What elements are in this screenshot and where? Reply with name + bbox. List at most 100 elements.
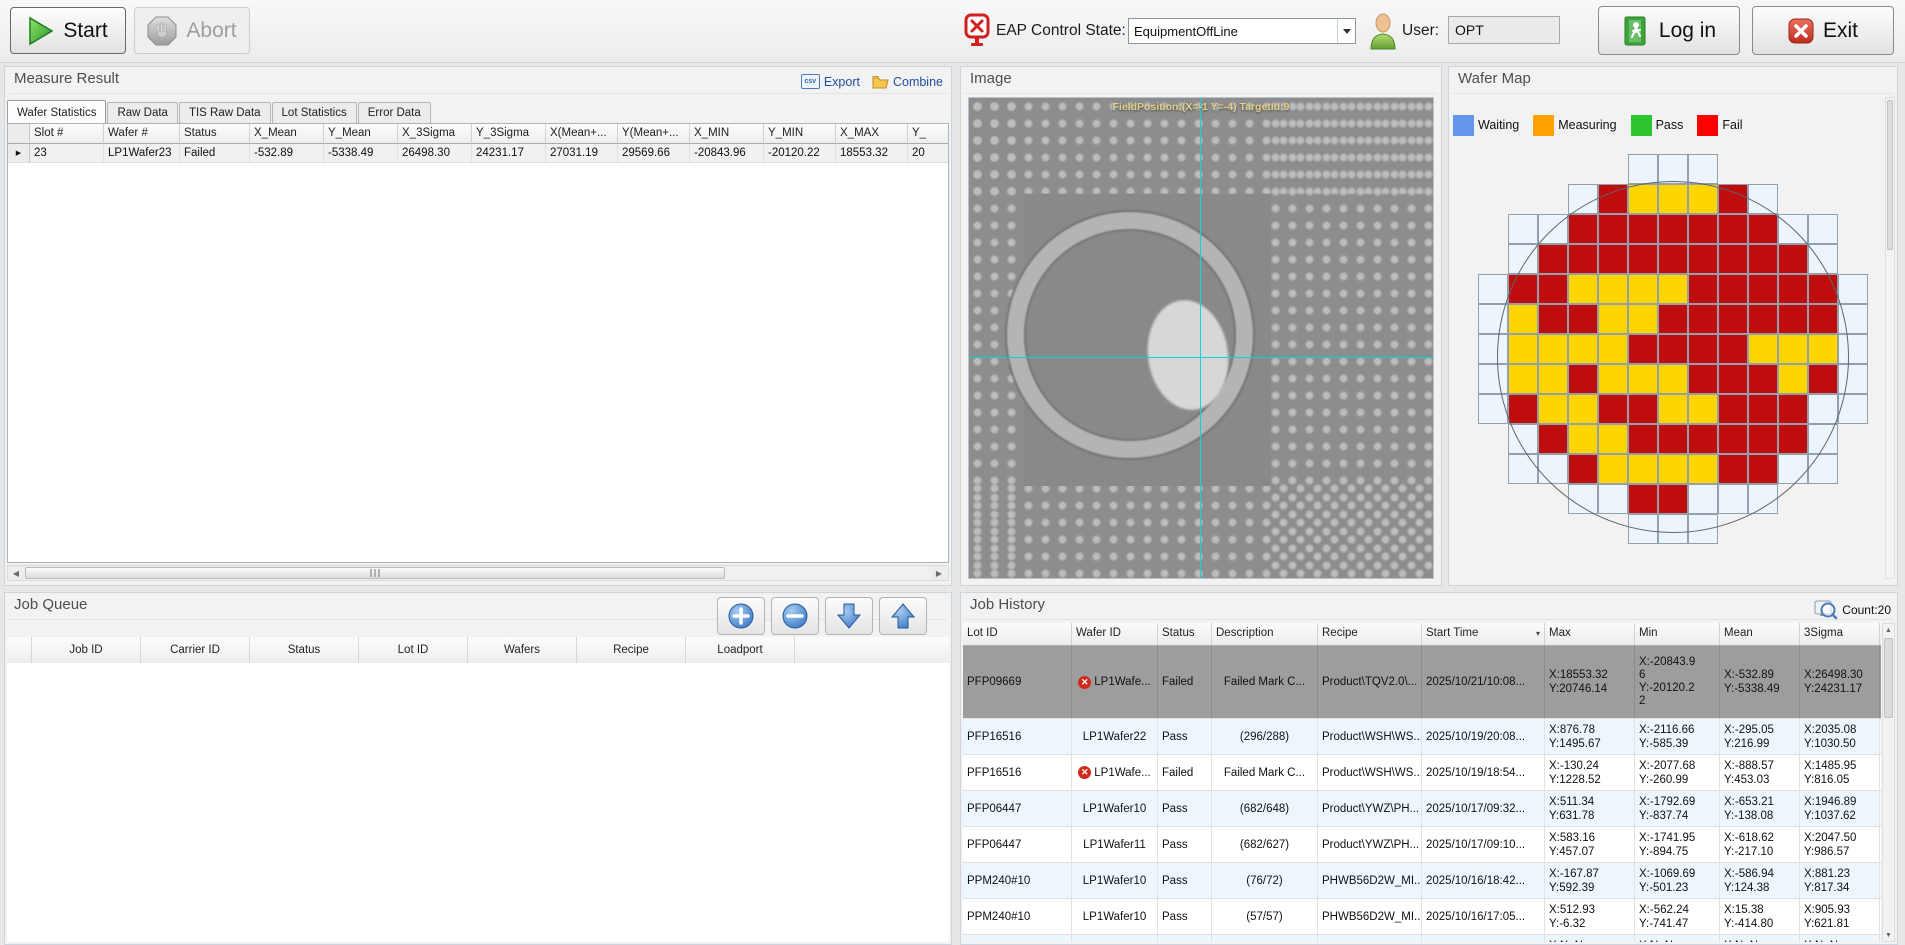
login-button[interactable]: Log in	[1598, 6, 1740, 55]
wafer-die-cell	[1598, 484, 1628, 514]
table-row[interactable]: PFP09669✕LP1Wafe...FailedFailed Mark C..…	[963, 646, 1881, 719]
column-header[interactable]: X_3Sigma	[398, 124, 472, 144]
column-header[interactable]: Y(Mean+...	[618, 124, 690, 144]
column-header[interactable]: Slot #	[30, 124, 104, 144]
wafer-die-cell	[1688, 214, 1718, 244]
plus-icon	[727, 602, 755, 630]
sigma-cell: X:905.93Y:621.81	[1800, 899, 1880, 934]
tab-error-data[interactable]: Error Data	[358, 102, 431, 123]
column-header[interactable]: Mean	[1720, 623, 1800, 645]
abort-button[interactable]: Abort	[134, 7, 250, 54]
column-header[interactable]: Wafer ID	[1072, 623, 1158, 645]
status-cell: Abort	[1158, 935, 1212, 942]
column-header[interactable]: Status	[180, 124, 250, 144]
divider	[965, 619, 1893, 620]
table-row[interactable]: PFP06447LP1Wafer10Pass(682/648)Product\Y…	[963, 791, 1881, 827]
export-button[interactable]: csv Export	[801, 74, 860, 89]
move-down-button[interactable]	[825, 597, 873, 635]
scrollbar-thumb[interactable]	[25, 567, 725, 579]
column-header[interactable]: Lot ID	[359, 637, 468, 663]
horizontal-scrollbar[interactable]: ◀ ▶	[7, 565, 949, 581]
lot-id-cell: PPM240#10	[963, 899, 1072, 934]
table-row[interactable]: PPM240#10LP1Wafer10Pass(57/57)PHWB56D2W_…	[963, 899, 1881, 935]
column-header[interactable]: Status	[1158, 623, 1212, 645]
column-header[interactable]: X_Mean	[250, 124, 324, 144]
user-input[interactable]	[1448, 16, 1560, 44]
status-cell: Pass	[1158, 827, 1212, 862]
column-header[interactable]: Y_MIN	[764, 124, 836, 144]
user-label: User:	[1402, 0, 1439, 62]
tab-wafer-statistics[interactable]: Wafer Statistics	[7, 100, 106, 123]
scrollbar-thumb[interactable]	[1884, 638, 1893, 718]
scroll-left-icon[interactable]: ◀	[8, 566, 24, 580]
wafer-die-cell	[1748, 394, 1778, 424]
wafer-die-cell	[1508, 274, 1538, 304]
wafer-die-cell	[1688, 274, 1718, 304]
mean-cell: X:-888.57Y:453.03	[1720, 755, 1800, 790]
move-up-button[interactable]	[879, 597, 927, 635]
scrollbar-thumb[interactable]	[1887, 100, 1893, 250]
exit-x-icon	[1788, 18, 1814, 44]
column-header[interactable]: 3Sigma	[1800, 623, 1880, 645]
eap-state-select[interactable]: EquipmentOffLine	[1128, 18, 1356, 44]
column-header[interactable]: Y_Mean	[324, 124, 398, 144]
wafer-die-cell	[1778, 394, 1808, 424]
column-header[interactable]: Status	[250, 637, 359, 663]
column-header[interactable]: Carrier ID	[141, 637, 250, 663]
cell: 23	[30, 144, 104, 163]
column-header[interactable]: X(Mean+...	[546, 124, 618, 144]
tab-lot-statistics[interactable]: Lot Statistics	[272, 102, 357, 123]
user-icon	[1368, 11, 1398, 56]
wafer-die-cell	[1538, 244, 1568, 274]
exit-label: Exit	[1823, 19, 1858, 43]
column-header[interactable]: Max	[1545, 623, 1635, 645]
column-header[interactable]: Y_3Sigma	[472, 124, 546, 144]
wafer-die-cell	[1838, 364, 1868, 394]
column-header[interactable]: Y_	[908, 124, 949, 144]
legend-swatch	[1697, 115, 1718, 136]
wafer-die-cell	[1568, 454, 1598, 484]
wafer-die-cell	[1538, 454, 1568, 484]
column-header[interactable]: Lot ID	[963, 623, 1072, 645]
column-header[interactable]: Recipe	[1318, 623, 1422, 645]
column-header[interactable]: Wafer #	[104, 124, 180, 144]
column-header[interactable]: Wafers	[468, 637, 577, 663]
table-row[interactable]: PFP06447LP1Wafer11Pass(682/627)Product\Y…	[963, 827, 1881, 863]
column-header[interactable]: X_MIN	[690, 124, 764, 144]
remove-job-button[interactable]	[771, 597, 819, 635]
table-row[interactable]: PFP16516✕LP1Wafe...FailedFailed Mark C..…	[963, 755, 1881, 791]
column-header[interactable]: Job ID	[32, 637, 141, 663]
tab-tis-raw-data[interactable]: TIS Raw Data	[179, 102, 271, 123]
column-header[interactable]: X_MAX	[836, 124, 908, 144]
recipe-cell: Product\YWZ\PH...	[1318, 827, 1422, 862]
eap-state-value: EquipmentOffLine	[1129, 24, 1337, 39]
table-row[interactable]: PFP16516LP1Wafer22Pass(296/288)Product\W…	[963, 719, 1881, 755]
column-header[interactable]: Start Time▾	[1422, 623, 1545, 645]
recipe-cell: PHWB56D2W_MI...	[1318, 899, 1422, 934]
vertical-scrollbar[interactable]: ▲ ▼	[1882, 623, 1895, 942]
wafer-die-cell	[1748, 184, 1778, 214]
tab-raw-data[interactable]: Raw Data	[107, 102, 178, 123]
combine-button[interactable]: Combine	[872, 75, 943, 89]
table-row[interactable]: ▶23LP1Wafer23Failed-532.89-5338.4926498.…	[8, 144, 948, 163]
table-row[interactable]: PPM240#10LP1Wafer10Pass(76/72)PHWB56D2W_…	[963, 863, 1881, 899]
scroll-right-icon[interactable]: ▶	[931, 566, 947, 580]
column-header[interactable]: Description	[1212, 623, 1318, 645]
wafer-die-cell	[1628, 424, 1658, 454]
start-button[interactable]: Start	[10, 7, 126, 54]
combo-dropdown-button[interactable]	[1337, 19, 1355, 43]
scroll-up-icon[interactable]: ▲	[1883, 624, 1894, 636]
column-header[interactable]: Loadport	[686, 637, 795, 663]
vertical-scrollbar[interactable]	[1885, 97, 1895, 579]
status-cell: Pass	[1158, 719, 1212, 754]
wafer-die-cell	[1598, 424, 1628, 454]
wafer-die-cell	[1628, 334, 1658, 364]
wafer-id-cell: LP1Wafer10	[1072, 935, 1158, 942]
column-header[interactable]: Min	[1635, 623, 1720, 645]
wafer-die-cell	[1538, 424, 1568, 454]
add-job-button[interactable]	[717, 597, 765, 635]
column-header[interactable]: Recipe	[577, 637, 686, 663]
scroll-down-icon[interactable]: ▼	[1883, 929, 1894, 941]
table-row[interactable]: PPM240#10LP1Wafer10AbortPHWB56D2W_MI...2…	[963, 935, 1881, 942]
exit-button[interactable]: Exit	[1752, 6, 1894, 55]
